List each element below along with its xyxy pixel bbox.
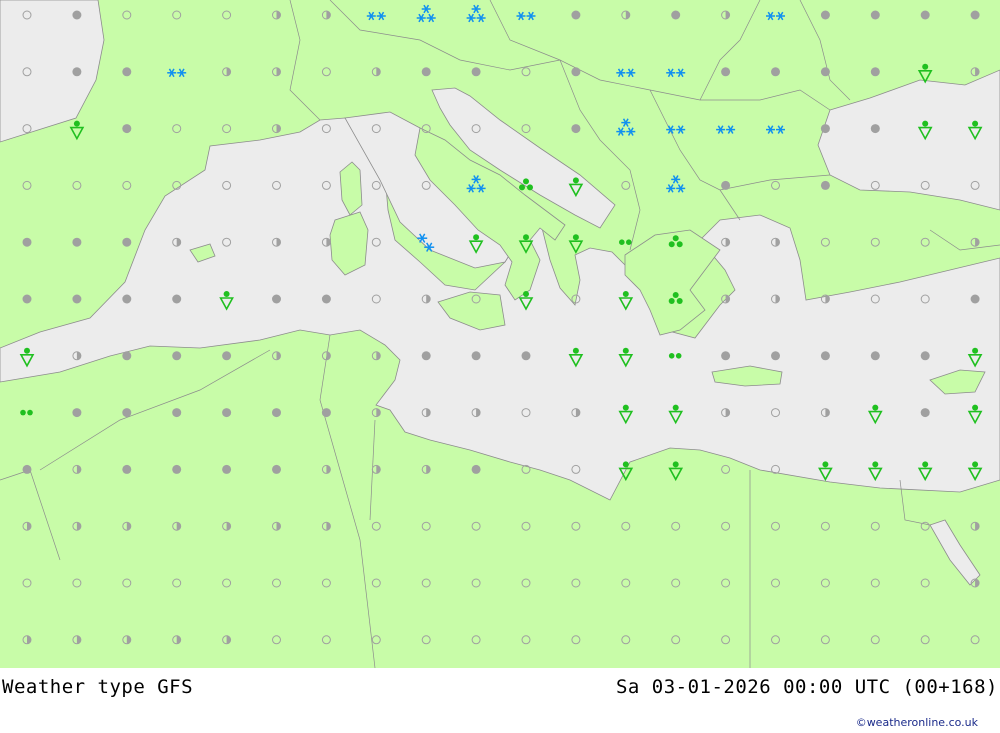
weather-symbol-overcast bbox=[771, 67, 780, 77]
weather-symbol-overcast bbox=[172, 464, 182, 474]
weather-symbol-overcast bbox=[172, 351, 182, 361]
weather-map bbox=[0, 0, 1000, 668]
weather-symbol-overcast bbox=[721, 351, 731, 361]
weather-symbol-overcast bbox=[970, 10, 980, 20]
weather-symbol-overcast bbox=[820, 10, 830, 20]
weather-symbol-overcast bbox=[870, 10, 880, 20]
weather-symbol-overcast bbox=[571, 124, 581, 134]
weather-symbol-overcast bbox=[870, 124, 880, 134]
weather-symbol-overcast bbox=[771, 351, 780, 361]
weather-symbol-overcast bbox=[272, 464, 281, 474]
weather-symbol-overcast bbox=[920, 408, 930, 418]
weather-symbol-overcast bbox=[72, 294, 82, 304]
weather-symbol-overcast bbox=[272, 408, 281, 418]
weather-symbol-overcast bbox=[122, 237, 132, 247]
weather-symbol-overcast bbox=[721, 67, 731, 77]
weather-symbol-overcast bbox=[920, 10, 930, 20]
weather-symbol-overcast bbox=[22, 237, 32, 247]
forecast-datetime: Sa 03-01-2026 00:00 UTC (00+168) bbox=[615, 676, 998, 698]
weather-symbol-overcast bbox=[172, 408, 182, 418]
weather-symbol-overcast bbox=[471, 351, 481, 361]
weather-symbol-overcast bbox=[122, 408, 132, 418]
weather-symbol-overcast bbox=[72, 237, 82, 247]
weather-symbol-overcast bbox=[172, 294, 182, 304]
weather-symbol-overcast bbox=[122, 351, 132, 361]
weather-symbol-overcast bbox=[72, 10, 82, 20]
weather-symbol-overcast bbox=[820, 67, 830, 77]
weather-symbol-overcast bbox=[122, 294, 132, 304]
weather-symbol-overcast bbox=[222, 464, 232, 474]
weather-symbol-overcast bbox=[870, 67, 880, 77]
weather-symbol-overcast bbox=[272, 294, 281, 304]
weather-symbol-overcast bbox=[22, 464, 32, 474]
weather-symbol-overcast bbox=[222, 351, 232, 361]
weather-symbol-overcast bbox=[521, 351, 531, 361]
weather-symbol-overcast bbox=[321, 408, 331, 418]
weather-symbol-overcast bbox=[471, 67, 481, 77]
credit-link[interactable]: ©weatheronline.co.uk bbox=[856, 716, 978, 729]
weather-symbol-overcast bbox=[122, 67, 132, 77]
weather-symbol-overcast bbox=[970, 294, 980, 304]
weather-symbol-overcast bbox=[72, 67, 82, 77]
weather-symbol-overcast bbox=[122, 464, 132, 474]
weather-symbol-overcast bbox=[820, 180, 830, 190]
weather-symbol-overcast bbox=[870, 351, 880, 361]
weather-symbol-overcast bbox=[571, 67, 581, 77]
weather-symbol-overcast bbox=[22, 294, 32, 304]
weather-symbol-overcast bbox=[671, 10, 681, 20]
weather-symbol-overcast bbox=[820, 351, 830, 361]
weather-symbol-overcast bbox=[321, 294, 331, 304]
weather-symbol-overcast bbox=[721, 180, 731, 190]
weather-symbol-overcast bbox=[122, 124, 132, 134]
weather-symbol-overcast bbox=[471, 464, 481, 474]
weather-symbol-overcast bbox=[222, 408, 232, 418]
weather-symbol-overcast bbox=[421, 67, 431, 77]
map-title: Weather type GFS bbox=[2, 676, 194, 698]
weather-symbol-overcast bbox=[820, 124, 830, 134]
weather-symbol-overcast bbox=[571, 10, 581, 20]
weather-symbol-overcast bbox=[72, 408, 82, 418]
weather-symbol-overcast bbox=[421, 351, 431, 361]
weather-symbol-overcast bbox=[920, 351, 930, 361]
